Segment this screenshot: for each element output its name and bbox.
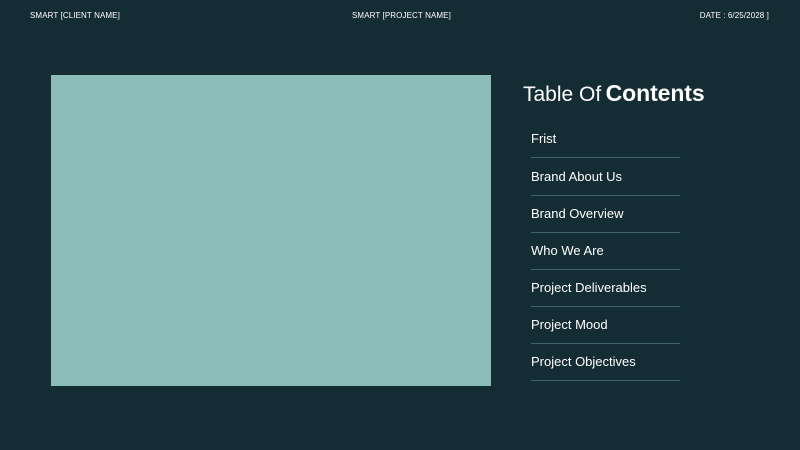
- date-label: DATE : 6/25/2028 ]: [699, 11, 769, 20]
- project-name: SMART [PROJECT NAME]: [352, 11, 451, 20]
- image-placeholder: [51, 75, 491, 386]
- slide: SMART [CLIENT NAME] SMART [PROJECT NAME]…: [0, 0, 800, 450]
- table-of-contents-title: Table Of Contents: [523, 80, 705, 110]
- toc-item-brand-overview: Brand Overview: [531, 196, 680, 233]
- toc-item-project-objectives: Project Objectives: [531, 344, 680, 381]
- toc-item-brand-about-us: Brand About Us: [531, 158, 680, 196]
- client-name: SMART [CLIENT NAME]: [30, 11, 120, 20]
- toc-item-project-deliverables: Project Deliverables: [531, 270, 680, 307]
- toc-item-frist: Frist: [531, 120, 680, 158]
- toc-item-who-we-are: Who We Are: [531, 233, 680, 270]
- toc-item-project-mood: Project Mood: [531, 307, 680, 344]
- title-bold-text: Contents: [605, 80, 705, 106]
- table-of-contents-list: Frist Brand About Us Brand Overview Who …: [531, 120, 680, 381]
- title-light-text: Table Of: [523, 83, 602, 106]
